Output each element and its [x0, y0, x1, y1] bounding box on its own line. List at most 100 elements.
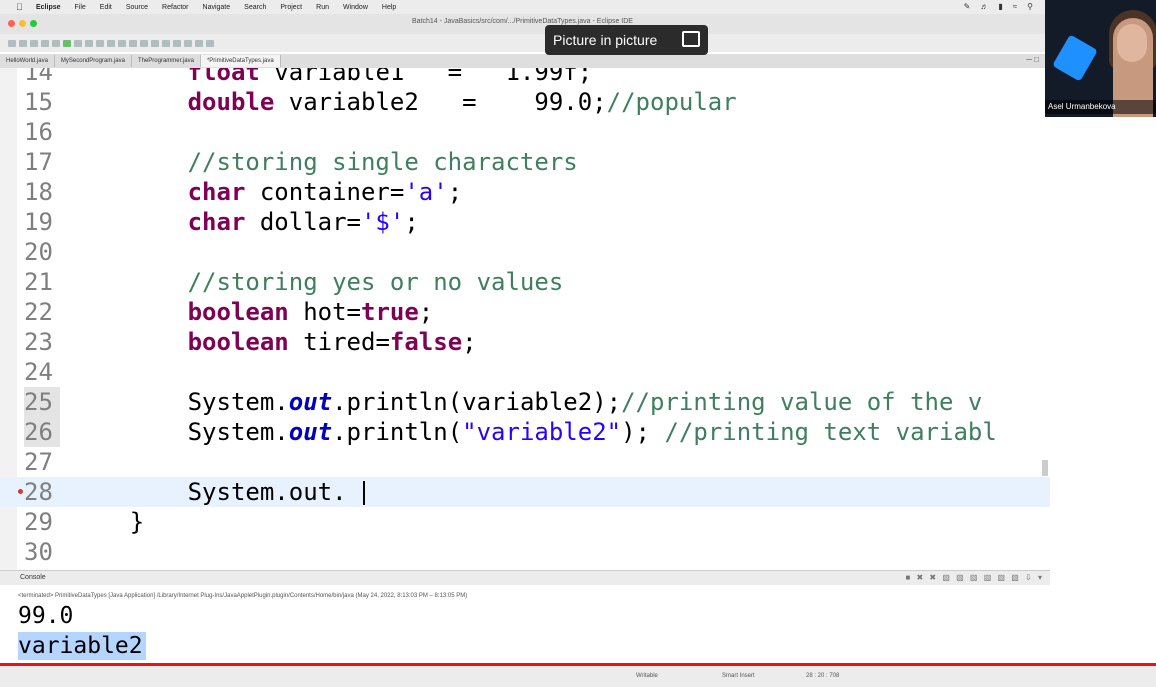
console-output-line-selected[interactable]: variable2: [18, 632, 146, 660]
menu-help[interactable]: Help: [382, 4, 396, 11]
pin-editor-icon[interactable]: [151, 39, 159, 47]
code-line-25[interactable]: 25 System.out.println(variable2);//print…: [0, 387, 1050, 417]
code-text[interactable]: double variable2 = 99.0;//popular: [72, 87, 737, 117]
code-token: boolean: [187, 328, 289, 356]
menu-project[interactable]: Project: [280, 4, 302, 11]
code-line-28[interactable]: 28 System.out.: [0, 477, 1050, 507]
wifi-icon[interactable]: ≈: [1013, 2, 1017, 11]
code-line-26[interactable]: 26 System.out.println("variable2"); //pr…: [0, 417, 1050, 447]
code-line-20[interactable]: 20: [0, 237, 1050, 267]
code-line-24[interactable]: 24: [0, 357, 1050, 387]
picture-in-picture-button[interactable]: Picture in picture: [545, 25, 708, 55]
error-marker-icon[interactable]: [18, 489, 23, 494]
menu-file[interactable]: File: [75, 4, 86, 11]
code-token: ;: [447, 178, 463, 206]
run-icon[interactable]: [63, 39, 71, 47]
pen-icon[interactable]: ✎: [964, 2, 971, 11]
system-status-icons: ✎ ♬ ▮ ≈ ⚲: [964, 2, 1033, 11]
code-text[interactable]: }: [72, 507, 144, 537]
search-toolbar-icon[interactable]: [129, 39, 137, 47]
code-line-17[interactable]: 17 //storing single characters: [0, 147, 1050, 177]
code-line-23[interactable]: 23 boolean tired=false;: [0, 327, 1050, 357]
prev-annotation-icon[interactable]: [173, 39, 181, 47]
window-title: Batch14 - JavaBasics/src/com/.../Primiti…: [412, 18, 633, 25]
code-text[interactable]: System.out.println("variable2"); //print…: [72, 417, 997, 447]
menu-window[interactable]: Window: [343, 4, 368, 11]
code-token: hot=: [288, 298, 361, 326]
new-class-icon[interactable]: [107, 39, 115, 47]
external-tools-icon[interactable]: [74, 39, 82, 47]
code-line-22[interactable]: 22 boolean hot=true;: [0, 297, 1050, 327]
code-token: char: [187, 178, 246, 206]
volume-icon[interactable]: ♬: [980, 2, 988, 11]
forward-icon[interactable]: [195, 39, 203, 47]
tab-primitivedatatypes[interactable]: *PrimitiveDataTypes.java: [200, 55, 281, 67]
code-token: System.: [72, 388, 289, 416]
code-token: boolean: [187, 298, 289, 326]
new-package-icon[interactable]: [96, 39, 104, 47]
editor-scrollbar[interactable]: [1042, 460, 1048, 476]
main-toolbar: [0, 34, 1045, 52]
print-icon[interactable]: [41, 39, 49, 47]
code-text[interactable]: char container='a';: [72, 177, 463, 207]
save-icon[interactable]: [19, 39, 27, 47]
code-token: dollar=: [245, 208, 361, 236]
next-annotation-icon[interactable]: [162, 39, 170, 47]
presenter-face: [1117, 24, 1147, 62]
apple-icon[interactable]: : [16, 2, 26, 12]
code-line-21[interactable]: 21 //storing yes or no values: [0, 267, 1050, 297]
code-text[interactable]: boolean hot=true;: [72, 297, 434, 327]
app-name[interactable]: Eclipse: [36, 4, 61, 11]
line-number: 23: [24, 328, 53, 356]
tab-helloworld[interactable]: HelloWorld.java: [0, 55, 55, 67]
line-number: 28: [24, 478, 53, 506]
tab-theprogrammer[interactable]: TheProgrammer.java: [132, 55, 201, 67]
code-line-14[interactable]: 14 float variable1 = 1.99f;: [0, 68, 1050, 87]
line-number: 22: [24, 298, 53, 326]
pip-label: Picture in picture: [553, 32, 658, 48]
code-editor[interactable]: 14 float variable1 = 1.99f; 15 double var…: [0, 68, 1050, 570]
menu-run[interactable]: Run: [316, 4, 329, 11]
open-type-icon[interactable]: [118, 39, 126, 47]
menu-navigate[interactable]: Navigate: [203, 4, 231, 11]
code-line-18[interactable]: 18 char container='a';: [0, 177, 1050, 207]
console-tab[interactable]: Console: [20, 574, 46, 581]
line-number: 16: [24, 118, 53, 146]
code-text[interactable]: System.out.println(variable2);//printing…: [72, 387, 983, 417]
code-token: ;: [418, 298, 434, 326]
code-text[interactable]: float variable1 = 1.99f;: [72, 68, 593, 87]
new-icon[interactable]: [8, 39, 16, 47]
code-text[interactable]: char dollar='$';: [72, 207, 419, 237]
menu-refactor[interactable]: Refactor: [162, 4, 188, 11]
menu-search[interactable]: Search: [244, 4, 266, 11]
minimize-maximize-icon[interactable]: ─ □: [1026, 55, 1039, 64]
menu-edit[interactable]: Edit: [100, 4, 112, 11]
code-line-27[interactable]: 27: [0, 447, 1050, 477]
code-text[interactable]: //storing yes or no values: [72, 267, 564, 297]
toggle-mark-icon[interactable]: [140, 39, 148, 47]
search-icon[interactable]: ⚲: [1027, 2, 1033, 11]
maximize-icon[interactable]: [206, 39, 214, 47]
code-text[interactable]: System.out.: [72, 477, 347, 507]
menu-source[interactable]: Source: [126, 4, 148, 11]
debug-icon[interactable]: [52, 39, 60, 47]
code-line-29[interactable]: 29 }: [0, 507, 1050, 537]
code-line-19[interactable]: 19 char dollar='$';: [0, 207, 1050, 237]
code-token: //popular: [606, 88, 737, 116]
code-line-30[interactable]: 30: [0, 537, 1050, 567]
code-line-16[interactable]: 16: [0, 117, 1050, 147]
tab-mysecondprogram[interactable]: MySecondProgram.java: [55, 55, 132, 67]
battery-icon[interactable]: ▮: [998, 2, 1002, 11]
code-text[interactable]: boolean tired=false;: [72, 327, 477, 357]
console-toolbar-icons[interactable]: ■ ✖ ✖ ▧ ▧ ▧ ▧ ▧ ▧ ⇩ ▾: [905, 573, 1044, 582]
save-all-icon[interactable]: [30, 39, 38, 47]
back-icon[interactable]: [184, 39, 192, 47]
code-line-15[interactable]: 15 double variable2 = 99.0;//popular: [0, 87, 1050, 117]
new-java-project-icon[interactable]: [85, 39, 93, 47]
code-text[interactable]: //storing single characters: [72, 147, 578, 177]
code-token: tired=: [288, 328, 390, 356]
